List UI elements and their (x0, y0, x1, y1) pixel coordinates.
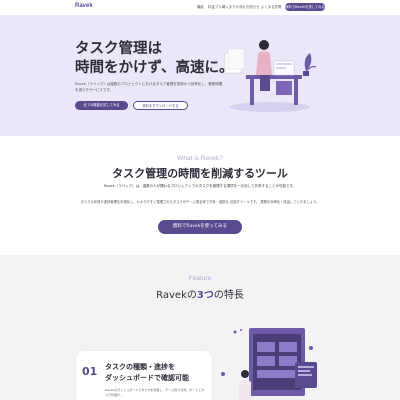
feature-title-accent: 3つ (196, 290, 214, 301)
feature-eyebrow: Feature (188, 275, 212, 282)
header-cta-button[interactable]: 無料でRavekを試してみる (285, 3, 325, 11)
download-docs-button[interactable]: 資料をダウンロードする (133, 101, 188, 110)
about-title: タスク管理の時間を削減するツール (112, 167, 288, 180)
about-body: タスクの状態や進捗管理を可視化し、わかりやすく整理されたタスクがチーム間全体で共… (80, 200, 320, 204)
hero-description: Ravek（ラベック）は複数のプロジェクトにおけるタスク管理を簡単かつ効率化し、… (75, 82, 223, 92)
hero-illustration (224, 40, 317, 112)
about-eyebrow: What is Ravek? (177, 155, 223, 162)
nav-item-features[interactable]: 機能 (197, 4, 204, 9)
try-all-features-button[interactable]: 全ての機能を試してみる (75, 101, 128, 110)
about-subtitle: Ravek（ラベック）は、複数の人が関わるプロジェクトでのタスクを管理する環境を… (103, 184, 297, 188)
site-header: Ravek 機能 料金プラン 導入までの流れ お知らせ よくある質問 無料でRa… (0, 0, 400, 15)
nav-item-news[interactable]: お知らせ (246, 4, 260, 9)
try-ravek-free-button[interactable]: 無料でRavekを使ってみる (158, 220, 242, 234)
dashboard-illustration (221, 328, 317, 400)
nav-item-flow[interactable]: 導入までの流れ (222, 4, 246, 9)
logo[interactable]: Ravek (75, 3, 93, 9)
feature-text: Ravekのダッシュボードでタスクを管理し、チーム間で共有。ボードでタスク管理が… (105, 388, 205, 397)
feature-title-prefix: Ravekの (156, 290, 197, 301)
feature-title-suffix: の特長 (213, 290, 244, 301)
nav-item-faq[interactable]: よくある質問 (261, 4, 281, 9)
feature-heading: タスクの種類・進捗を ダッシュボードで確認可能 (105, 363, 189, 382)
feature-number: 01 (82, 365, 98, 378)
hero-title: タスク管理は 時間をかけず、高速に。 (75, 41, 234, 76)
feature-title: Ravekの3つの特長 (0, 286, 400, 301)
